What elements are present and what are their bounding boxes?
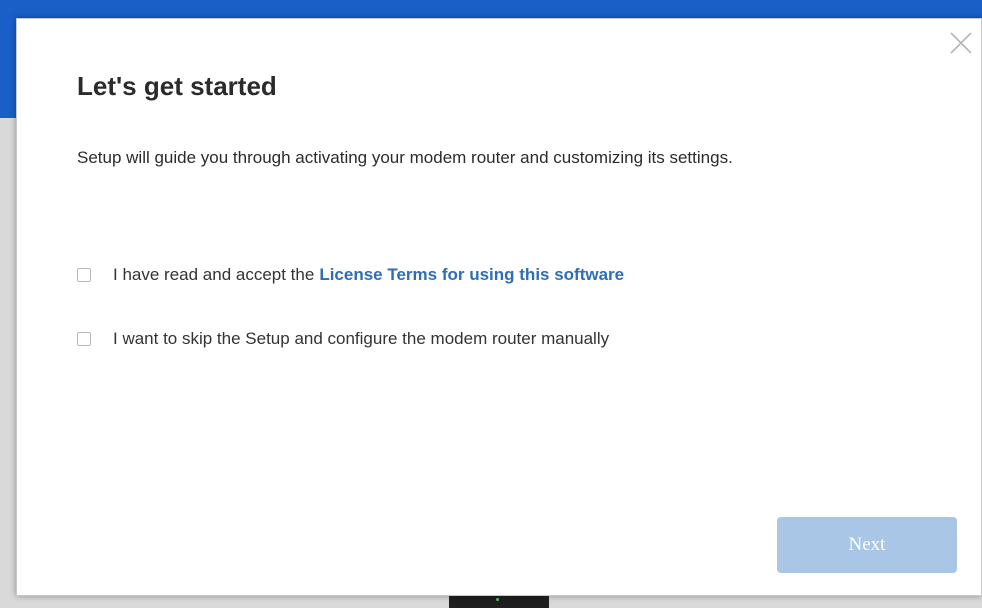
license-terms-link[interactable]: License Terms for using this software (319, 265, 624, 285)
close-icon (950, 32, 972, 54)
skip-setup-label: I want to skip the Setup and configure t… (113, 329, 610, 348)
dialog-description: Setup will guide you through activating … (77, 148, 733, 167)
license-accept-label: I have read and accept the (113, 265, 315, 284)
skip-setup-checkbox[interactable] (77, 332, 91, 346)
license-accept-checkbox[interactable] (77, 268, 91, 282)
dialog-title: Let's get started (77, 71, 277, 101)
close-button[interactable] (947, 29, 975, 57)
license-accept-row: I have read and accept the License Terms… (77, 265, 624, 285)
next-button[interactable]: Next (777, 517, 957, 573)
skip-setup-row: I want to skip the Setup and configure t… (77, 329, 609, 349)
setup-dialog: Let's get started Setup will guide you t… (16, 18, 982, 596)
